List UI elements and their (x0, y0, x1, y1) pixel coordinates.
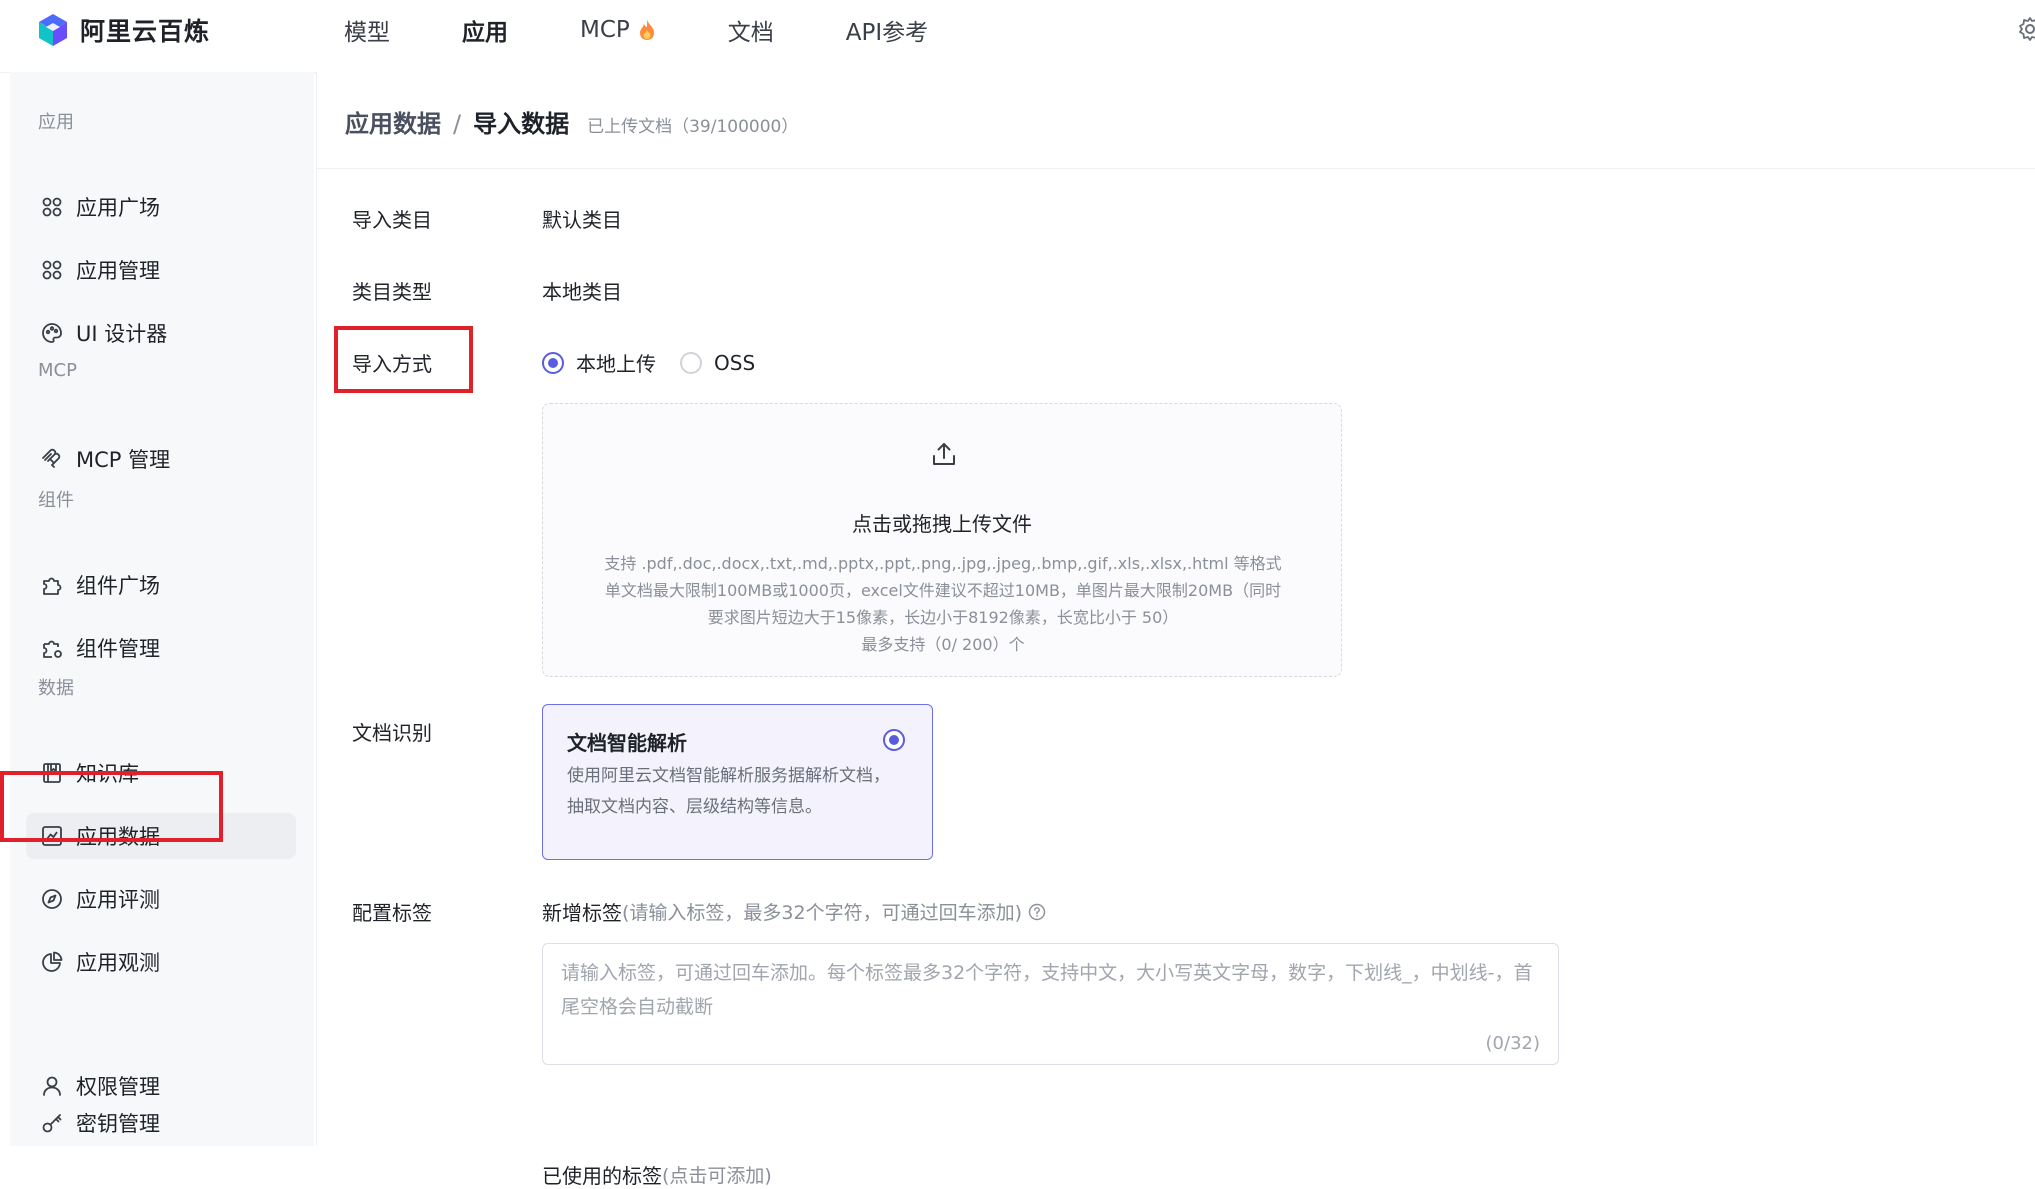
sidebar-item-label: UI 设计器 (76, 322, 168, 346)
upload-hint: 支持 .pdf,.doc,.docx,.txt,.md,.pptx,.ppt,.… (563, 550, 1323, 658)
brand-name: 阿里云百炼 (80, 17, 211, 46)
radio-oss[interactable] (680, 351, 702, 374)
grid-icon (42, 260, 62, 280)
nav-api-label: API参考 (845, 20, 929, 46)
category-value: 默认类目 (542, 208, 622, 232)
doc-smart-parse-card[interactable]: 文档智能解析 使用阿里云文档智能解析服务据解析文档，抽取文档内容、层级结构等信息… (542, 704, 933, 860)
nav-mcp[interactable]: MCP (580, 17, 656, 43)
sidebar-item-label: 密钥管理 (76, 1112, 160, 1136)
upload-hint-max-count: 最多支持（0/ 200）个 (861, 635, 1025, 654)
doc-smart-parse-title: 文档智能解析 (567, 731, 687, 755)
doc-smart-parse-desc: 使用阿里云文档智能解析服务据解析文档，抽取文档内容、层级结构等信息。 (567, 766, 890, 817)
new-tag-line: 新增标签 (请输入标签，最多32个字符，可通过回车添加) (542, 897, 1046, 926)
category-type-value: 本地类目 (542, 280, 622, 304)
nav-docs[interactable]: 文档 (728, 13, 774, 47)
sidebar-item-label: 组件广场 (76, 574, 160, 598)
sidebar-item-component-square[interactable]: 组件广场 (26, 562, 296, 608)
sidebar-item-keys[interactable]: 密钥管理 (26, 1100, 296, 1146)
mcp-icon (42, 448, 61, 468)
sidebar-item-ui-designer[interactable]: UI 设计器 (26, 310, 296, 356)
sidebar-item-mcp-manage[interactable]: MCP 管理 (26, 436, 296, 482)
sidebar-group-apps: 应用 (38, 112, 74, 133)
sidebar-item-label: 权限管理 (76, 1075, 160, 1099)
settings-gear-icon[interactable] (2017, 16, 2035, 42)
uploaded-doc-count: 已上传文档（39/100000） (587, 117, 799, 137)
import-method-radio-group: 本地上传 OSS (542, 348, 779, 377)
palette-icon (42, 323, 62, 343)
nav-models-label: 模型 (344, 20, 390, 46)
highlight-box-import-method (334, 326, 473, 393)
sidebar: 应用 应用广场 应用管理 UI 设计器 MCP MCP 管理 组件 组件广场 组… (10, 72, 314, 1146)
sidebar-item-label: 应用广场 (76, 196, 160, 220)
tag-input-placeholder: 请输入标签，可通过回车添加。每个标签最多32个字符，支持中文，大小写英文字母，数… (561, 962, 1533, 1018)
category-type-label: 类目类型 (352, 280, 432, 304)
top-nav: 模型 应用 MCP 文档 API参考 (344, 0, 1000, 60)
logo-icon (39, 14, 67, 46)
highlight-box-sidebar (0, 771, 223, 842)
upload-hint-image-req: 要求图片短边大于15像素，长边小于8192像素，长宽比小于 50） (707, 608, 1179, 627)
used-tags-hint: (点击可添加) (662, 1165, 772, 1187)
sidebar-item-app-manage[interactable]: 应用管理 (26, 247, 296, 293)
nav-api-reference[interactable]: API参考 (846, 13, 928, 47)
tag-input[interactable]: 请输入标签，可通过回车添加。每个标签最多32个字符，支持中文，大小写英文字母，数… (542, 943, 1559, 1065)
nav-docs-label: 文档 (727, 20, 774, 46)
used-tags-label: 已使用的标签 (542, 1164, 662, 1188)
sidebar-item-label: 组件管理 (76, 637, 160, 661)
nav-apps-label: 应用 (462, 20, 508, 46)
tag-input-counter: (0/32) (1485, 1033, 1540, 1054)
doc-recognition-label: 文档识别 (352, 721, 432, 745)
compass-icon (42, 889, 62, 909)
sidebar-item-label: 应用评测 (76, 888, 160, 912)
new-tag-label: 新增标签 (542, 901, 622, 925)
config-tags-label: 配置标签 (352, 901, 432, 925)
radio-doc-smart-parse[interactable] (883, 729, 905, 751)
upload-hint-limits: 单文档最大限制100MB或1000页，excel文件建议不超过10MB，单图片最… (604, 581, 1282, 600)
user-icon (43, 1076, 61, 1096)
page-title: 导入数据 (473, 110, 570, 138)
brand-logo[interactable]: 阿里云百炼 (36, 12, 210, 48)
fire-icon (639, 20, 654, 40)
page-header: 应用数据 / 导入数据 已上传文档（39/100000） (317, 72, 2035, 169)
sidebar-group-components: 组件 (38, 490, 74, 511)
radio-local-upload[interactable] (542, 351, 564, 374)
sidebar-item-label: 应用观测 (76, 951, 160, 975)
radio-oss-label[interactable]: OSS (714, 351, 755, 375)
puzzle-icon (43, 577, 62, 595)
nav-models[interactable]: 模型 (344, 13, 390, 47)
category-label: 导入类目 (352, 208, 432, 232)
radio-local-upload-label[interactable]: 本地上传 (576, 348, 656, 377)
sidebar-group-data: 数据 (38, 678, 74, 699)
upload-icon (933, 443, 955, 465)
key-icon (42, 1114, 62, 1133)
sidebar-group-mcp: MCP (38, 360, 77, 381)
breadcrumb-parent-link[interactable]: 应用数据 (345, 104, 441, 139)
sidebar-item-label: MCP 管理 (76, 448, 171, 472)
breadcrumb-separator: / (453, 110, 462, 138)
top-bar: 阿里云百炼 模型 应用 MCP 文档 API参考 (0, 0, 2035, 73)
grid-icon (42, 197, 62, 217)
nav-apps[interactable]: 应用 (462, 13, 508, 47)
upload-dropzone[interactable]: 点击或拖拽上传文件 支持 .pdf,.doc,.docx,.txt,.md,.p… (542, 403, 1342, 677)
help-icon[interactable] (1028, 903, 1046, 921)
new-tag-hint: (请输入标签，最多32个字符，可通过回车添加) (622, 902, 1023, 924)
upload-title: 点击或拖拽上传文件 (852, 512, 1032, 536)
sidebar-item-component-manage[interactable]: 组件管理 (26, 625, 296, 671)
sidebar-item-label: 应用管理 (76, 259, 160, 283)
pie-icon (42, 951, 63, 972)
used-tags-line: 已使用的标签 (点击可添加) (542, 1160, 772, 1189)
upload-hint-formats: 支持 .pdf,.doc,.docx,.txt,.md,.pptx,.ppt,.… (604, 554, 1282, 573)
sidebar-item-app-observe[interactable]: 应用观测 (26, 939, 296, 985)
sidebar-item-app-square[interactable]: 应用广场 (26, 184, 296, 230)
puzzle-gear-icon (43, 640, 62, 658)
main-content: 应用数据 / 导入数据 已上传文档（39/100000） 导入类目 默认类目 类… (316, 72, 2035, 1188)
breadcrumb: 应用数据 / 导入数据 已上传文档（39/100000） (345, 104, 798, 139)
sidebar-item-app-evaluation[interactable]: 应用评测 (26, 876, 296, 922)
nav-mcp-label: MCP (580, 17, 630, 43)
